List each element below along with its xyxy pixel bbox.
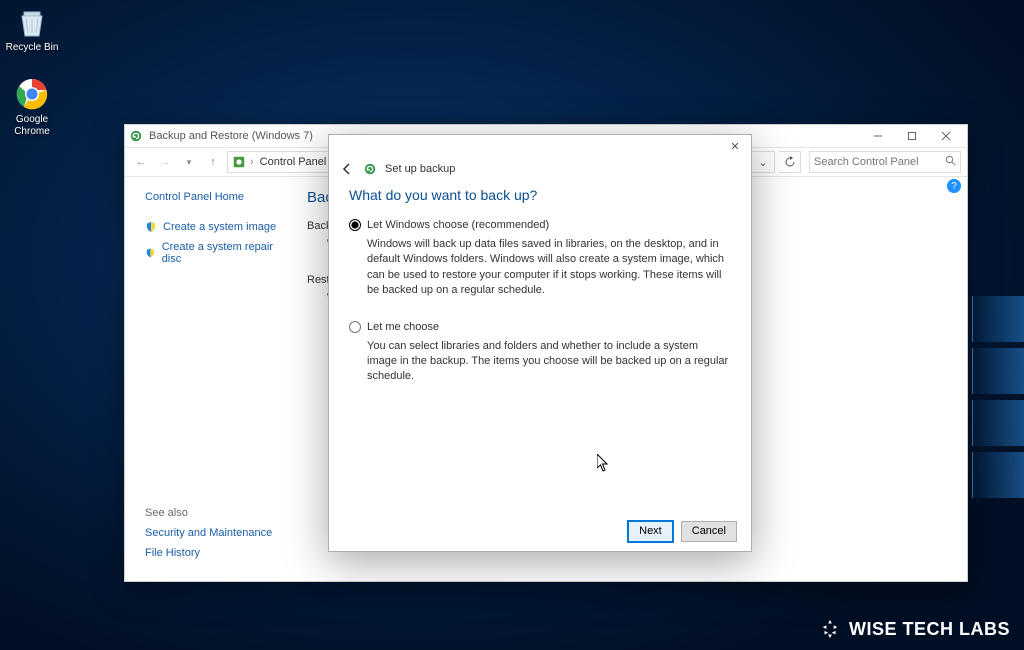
address-dropdown-icon[interactable]: ⌄ [756,156,770,169]
breadcrumb-item[interactable]: Control Panel [258,156,329,168]
sidebar-link-label: Create a system image [163,221,276,233]
next-button[interactable]: Next [628,521,673,542]
dialog-header: Set up backup [329,157,751,181]
dialog-back-button[interactable] [339,161,355,177]
desktop-icon-label: Recycle Bin [2,42,62,54]
sidebar-link-create-repair-disc[interactable]: Create a system repair disc [145,241,281,265]
search-box[interactable] [809,151,961,173]
dialog-crumb-label: Set up backup [385,163,455,175]
help-icon[interactable]: ? [947,179,961,193]
desktop-icon-label: Google Chrome [2,114,62,138]
nav-back-button[interactable]: ← [131,152,151,172]
see-also-section: See also Security and Maintenance File H… [145,507,272,567]
sidebar: Control Panel Home Create a system image… [125,177,291,581]
recycle-bin-icon [14,4,50,40]
chevron-right-icon: › [248,156,256,168]
sidebar-home-link[interactable]: Control Panel Home [145,191,281,203]
nav-history-dropdown[interactable]: ▾ [179,152,199,172]
desktop-accent [972,296,1024,504]
window-close-button[interactable] [929,125,963,147]
window-title: Backup and Restore (Windows 7) [149,130,313,142]
chrome-icon [14,76,50,112]
option-description: You can select libraries and folders and… [349,339,731,385]
nav-up-button[interactable]: ↑ [203,152,223,172]
dialog-body: What do you want to back up? Let Windows… [329,181,751,511]
desktop-icon-chrome[interactable]: Google Chrome [2,76,62,138]
option-label: Let me choose [367,321,439,333]
window-maximize-button[interactable] [895,125,929,147]
desktop-icon-recycle-bin[interactable]: Recycle Bin [2,4,62,54]
option-let-windows-choose[interactable]: Let Windows choose (recommended) Windows… [349,219,731,299]
setup-backup-dialog: ✕ Set up backup What do you want to back… [328,134,752,552]
watermark: WISE TECH LABS [819,618,1010,640]
see-also-link[interactable]: File History [145,547,272,559]
see-also-link[interactable]: Security and Maintenance [145,527,272,539]
search-icon [945,155,956,169]
dialog-close-button[interactable]: ✕ [723,137,747,155]
dialog-footer: Next Cancel [329,511,751,551]
window-minimize-button[interactable] [861,125,895,147]
sidebar-link-create-image[interactable]: Create a system image [145,221,281,233]
sidebar-link-label: Create a system repair disc [162,241,281,265]
watermark-text: WISE TECH LABS [849,619,1010,640]
option-description: Windows will back up data files saved in… [349,237,731,299]
shield-icon [145,221,157,233]
radio-let-me-choose[interactable] [349,321,361,333]
backup-icon [129,129,143,143]
option-label: Let Windows choose (recommended) [367,219,549,231]
nav-forward-button[interactable]: → [155,152,175,172]
dialog-title: What do you want to back up? [349,187,731,203]
control-panel-icon [232,155,246,169]
radio-let-windows-choose[interactable] [349,219,361,231]
see-also-header: See also [145,507,272,519]
mouse-cursor [597,454,609,472]
option-let-me-choose[interactable]: Let me choose You can select libraries a… [349,321,731,385]
backup-icon [363,162,377,176]
search-input[interactable] [814,156,956,168]
cancel-button[interactable]: Cancel [681,521,737,542]
refresh-button[interactable] [779,151,801,173]
watermark-logo-icon [819,618,841,640]
shield-icon [145,247,156,259]
